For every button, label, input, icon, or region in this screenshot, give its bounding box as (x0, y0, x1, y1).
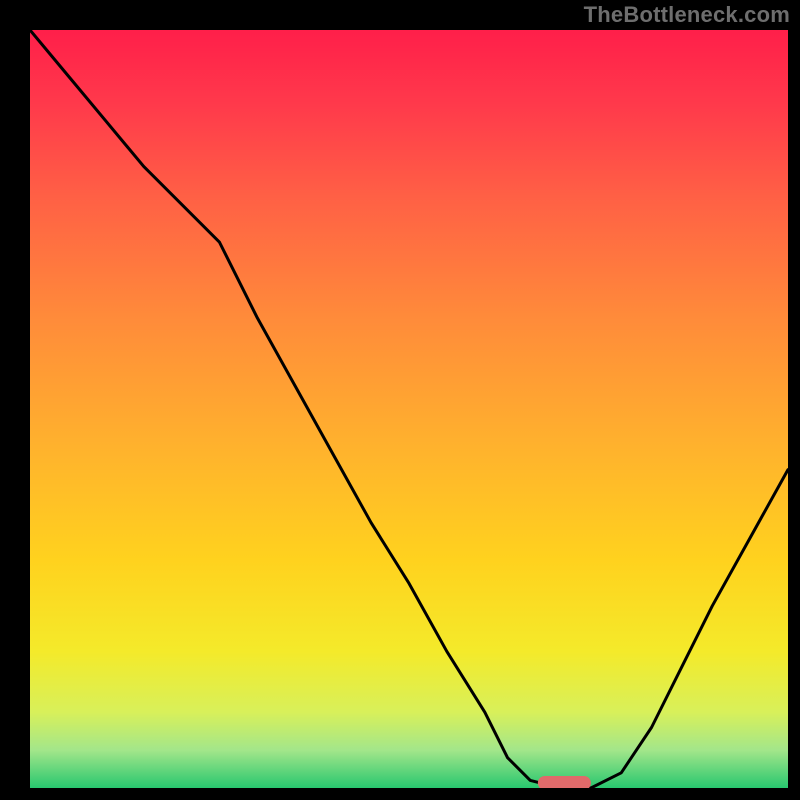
heatmap-background (30, 30, 788, 788)
chart-svg (30, 30, 788, 788)
plot-area (30, 30, 788, 788)
watermark-text: TheBottleneck.com (584, 2, 790, 28)
chart-frame: TheBottleneck.com (0, 0, 800, 800)
optimal-marker (538, 776, 591, 788)
